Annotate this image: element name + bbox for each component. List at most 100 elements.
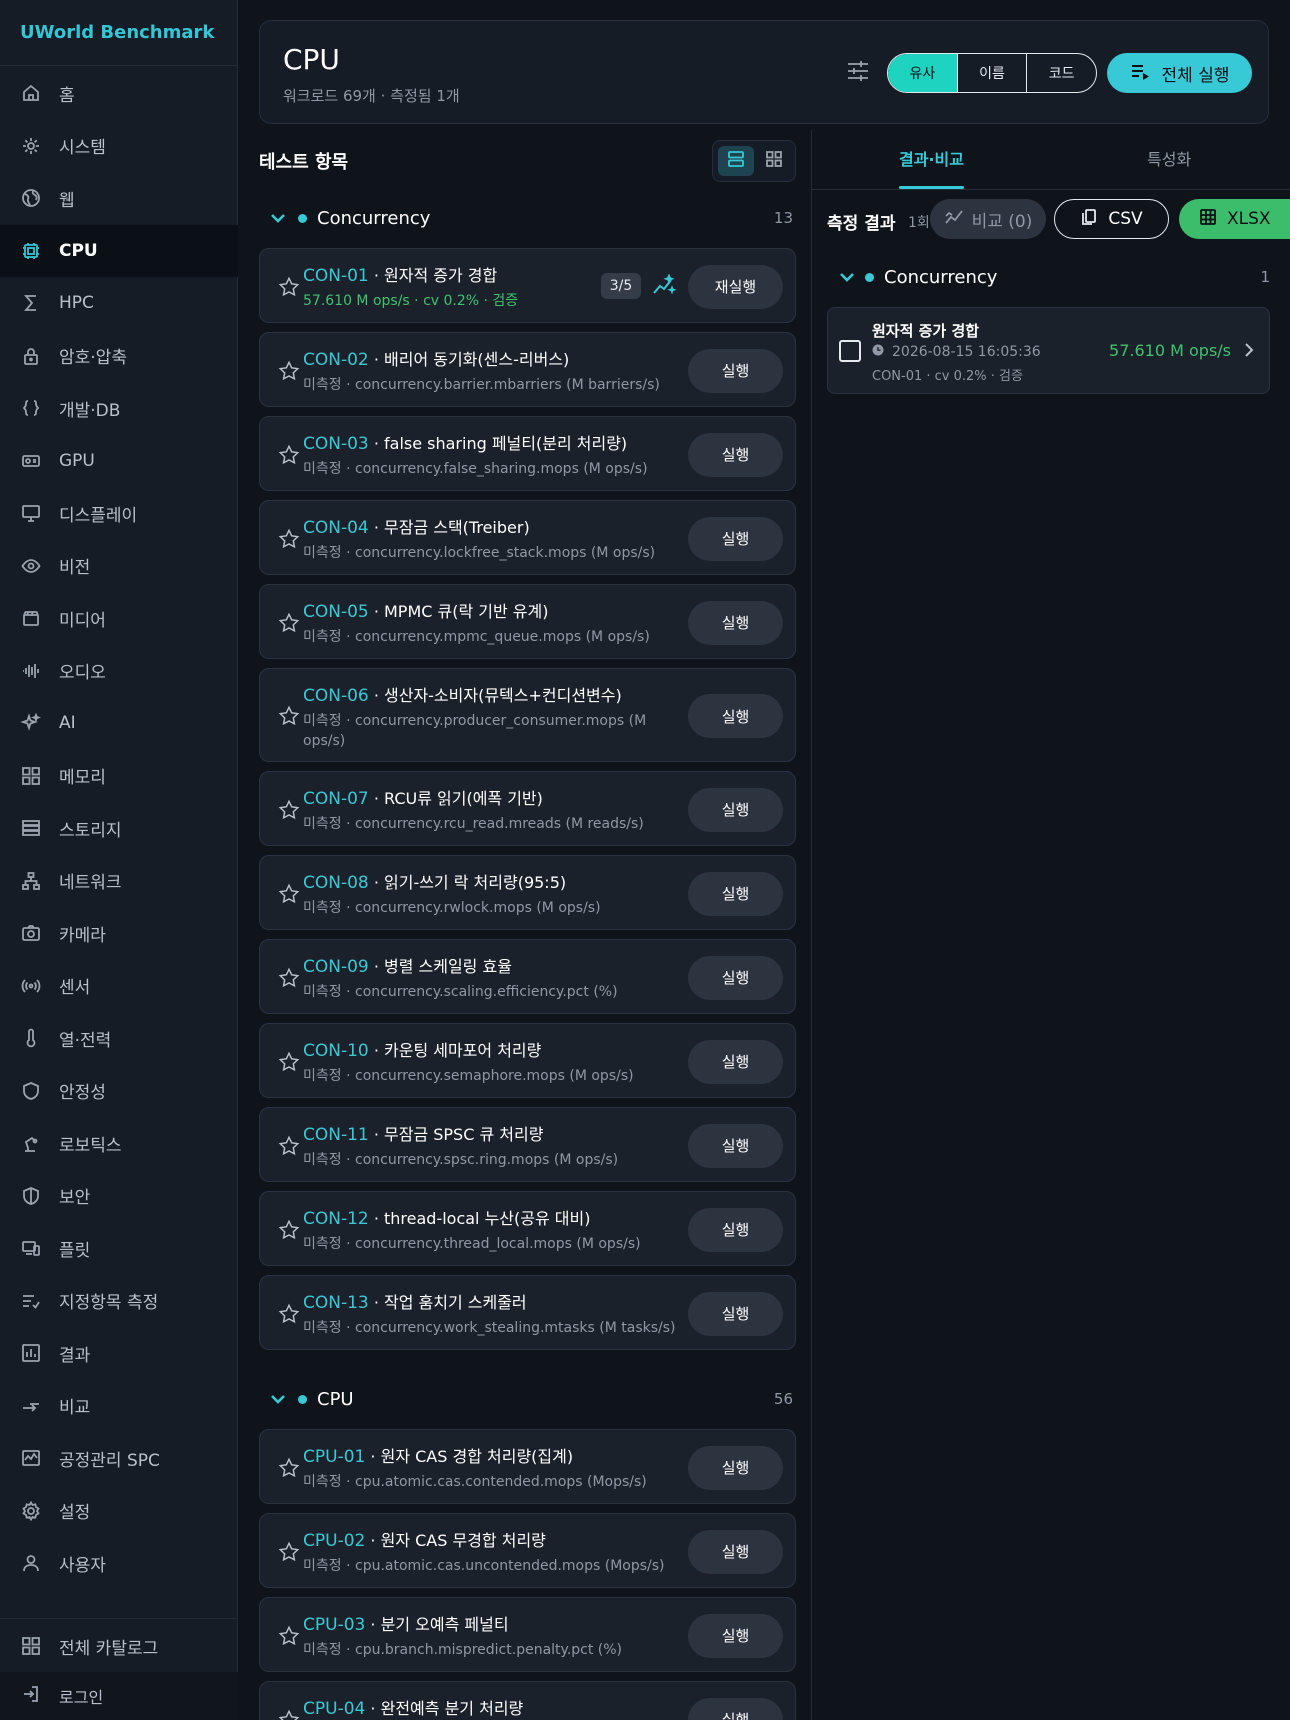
trend-sparkle-icon[interactable] [652, 273, 677, 298]
sidebar-item-catalog[interactable]: 전체 카탈로그 [0, 1620, 238, 1672]
sidebar-item-sparkle[interactable]: AI [0, 697, 238, 749]
star-icon[interactable] [278, 1051, 300, 1073]
result-group-header[interactable]: Concurrency 1 [827, 262, 1270, 292]
sidebar-item-clapper[interactable]: 미디어 [0, 592, 238, 644]
sidebar-item-bar-chart[interactable]: 결과 [0, 1327, 238, 1379]
sidebar-item-storage[interactable]: 스토리지 [0, 802, 238, 854]
test-card[interactable]: CON-02 · 배리어 동기화(센스-리버스) 미측정 · concurrenc… [259, 332, 796, 407]
sidebar-item-shield[interactable]: 안정성 [0, 1065, 238, 1117]
star-icon[interactable] [278, 612, 300, 634]
run-button[interactable]: 재실행 [688, 264, 783, 309]
sidebar-item-devices[interactable]: 플릿 [0, 1222, 238, 1274]
test-card[interactable]: CON-07 · RCU류 읽기(에폭 기반) 미측정 · concurrency… [259, 771, 796, 846]
test-card[interactable]: CON-05 · MPMC 큐(락 기반 유계) 미측정 · concurrenc… [259, 584, 796, 659]
test-card[interactable]: CON-01 · 원자적 증가 경합 57.610 M ops/s · cv 0.… [259, 248, 796, 323]
sidebar-item-spc-chart[interactable]: 공정관리 SPC [0, 1432, 238, 1484]
sidebar-item-lock[interactable]: 암호·압축 [0, 330, 238, 382]
sort-option-similar[interactable]: 유사 [888, 54, 958, 92]
sort-option-code[interactable]: 코드 [1027, 54, 1096, 92]
result-card[interactable]: 원자적 증가 경합 2026-08-15 16:05:36 CON-01 · c… [827, 307, 1270, 394]
sidebar-item-globe[interactable]: 웹 [0, 172, 238, 224]
test-card[interactable]: CON-11 · 무잠금 SPSC 큐 처리량 미측정 · concurrency… [259, 1107, 796, 1182]
group-header[interactable]: Concurrency 13 [259, 203, 796, 233]
test-card[interactable]: CON-04 · 무잠금 스택(Treiber) 미측정 · concurrenc… [259, 500, 796, 575]
star-icon[interactable] [278, 799, 300, 821]
star-icon[interactable] [278, 1135, 300, 1157]
tab-results-compare[interactable]: 결과·비교 [899, 146, 964, 170]
run-button[interactable]: 실행 [688, 1529, 783, 1574]
sidebar-item-sigma[interactable]: HPC [0, 277, 238, 329]
star-icon[interactable] [278, 883, 300, 905]
test-card[interactable]: CON-06 · 생산자-소비자(뮤텍스+컨디션변수) 미측정 · concurr… [259, 668, 796, 762]
star-icon[interactable] [278, 360, 300, 382]
test-card[interactable]: CON-09 · 병렬 스케일링 효율 미측정 · concurrency.sca… [259, 939, 796, 1014]
sidebar-item-security-shield[interactable]: 보안 [0, 1170, 238, 1222]
test-card[interactable]: CON-10 · 카운팅 세마포어 처리량 미측정 · concurrency.s… [259, 1023, 796, 1098]
filter-button[interactable] [838, 53, 878, 93]
sidebar-item-user[interactable]: 사용자 [0, 1537, 238, 1589]
run-button[interactable]: 실행 [688, 432, 783, 477]
star-icon[interactable] [278, 967, 300, 989]
run-button[interactable]: 실행 [688, 1207, 783, 1252]
star-icon[interactable] [278, 444, 300, 466]
group-header[interactable]: CPU 56 [259, 1384, 796, 1414]
sidebar-item-home[interactable]: 홈 [0, 67, 238, 119]
run-button[interactable]: 실행 [688, 348, 783, 393]
run-all-button[interactable]: 전체 실행 [1107, 53, 1252, 93]
sidebar-item-thermometer[interactable]: 열·전력 [0, 1012, 238, 1064]
run-button[interactable]: 실행 [688, 1123, 783, 1168]
sidebar-item-settings[interactable]: 설정 [0, 1485, 238, 1537]
test-card[interactable]: CON-13 · 작업 훔치기 스케줄러 미측정 · concurrency.wo… [259, 1275, 796, 1350]
brand-logo[interactable]: UWorld Benchmark [0, 0, 237, 66]
tab-characterization[interactable]: 특성화 [1147, 146, 1191, 170]
star-icon[interactable] [278, 1303, 300, 1325]
sidebar-item-monitor[interactable]: 디스플레이 [0, 487, 238, 539]
test-card[interactable]: CON-08 · 읽기-쓰기 락 처리량(95:5) 미측정 · concurre… [259, 855, 796, 930]
run-button[interactable]: 실행 [688, 1697, 783, 1720]
test-card[interactable]: CPU-03 · 분기 오예측 페널티 미측정 · cpu.branch.misp… [259, 1597, 796, 1672]
sidebar-item-robot-arm[interactable]: 로보틱스 [0, 1117, 238, 1169]
star-icon[interactable] [278, 1541, 300, 1563]
run-button[interactable]: 실행 [688, 1039, 783, 1084]
run-button[interactable]: 실행 [688, 600, 783, 645]
run-button[interactable]: 실행 [688, 1445, 783, 1490]
star-icon[interactable] [278, 1219, 300, 1241]
sidebar-item-grid[interactable]: 메모리 [0, 750, 238, 802]
sidebar-item-gpu[interactable]: GPU [0, 435, 238, 487]
csv-export-button[interactable]: CSV [1054, 199, 1169, 239]
star-icon[interactable] [278, 1625, 300, 1647]
run-button[interactable]: 실행 [688, 787, 783, 832]
star-icon[interactable] [278, 1457, 300, 1479]
login-button[interactable]: 로그인 [0, 1672, 238, 1720]
compare-checkbox[interactable] [839, 340, 861, 362]
sidebar-item-cpu[interactable]: CPU [0, 224, 238, 277]
test-card[interactable]: CPU-02 · 원자 CAS 무경합 처리량 미측정 · cpu.atomic.… [259, 1513, 796, 1588]
grid-view-button[interactable] [756, 146, 792, 176]
sidebar-item-checklist[interactable]: 지정항목 측정 [0, 1275, 238, 1327]
sort-option-name[interactable]: 이름 [958, 54, 1028, 92]
sidebar-item-camera[interactable]: 카메라 [0, 907, 238, 959]
run-button[interactable]: 실행 [688, 1291, 783, 1336]
sidebar-item-compare-arrows[interactable]: 비교 [0, 1380, 238, 1432]
run-button[interactable]: 실행 [688, 1613, 783, 1658]
test-card[interactable]: CPU-04 · 완전예측 분기 처리량 실행 [259, 1681, 796, 1720]
run-button[interactable]: 실행 [688, 871, 783, 916]
sidebar-item-network[interactable]: 네트워크 [0, 855, 238, 907]
xlsx-export-button[interactable]: XLSX [1179, 199, 1290, 239]
star-icon[interactable] [278, 276, 300, 298]
sidebar-item-system-gear[interactable]: 시스템 [0, 120, 238, 172]
list-view-button[interactable] [718, 146, 754, 176]
sidebar-item-sensor[interactable]: 센서 [0, 960, 238, 1012]
sidebar-item-eye[interactable]: 비전 [0, 540, 238, 592]
test-card[interactable]: CON-03 · false sharing 페널티(분리 처리량) 미측정 · … [259, 416, 796, 491]
sidebar-item-waveform[interactable]: 오디오 [0, 645, 238, 697]
sidebar-item-braces[interactable]: 개발·DB [0, 382, 238, 434]
run-button[interactable]: 실행 [688, 955, 783, 1000]
test-card[interactable]: CON-12 · thread-local 누산(공유 대비) 미측정 · con… [259, 1191, 796, 1266]
compare-button[interactable]: 비교 (0) [930, 199, 1046, 239]
test-card[interactable]: CPU-01 · 원자 CAS 경합 처리량(집계) 미측정 · cpu.atom… [259, 1429, 796, 1504]
run-button[interactable]: 실행 [688, 516, 783, 561]
star-icon[interactable] [278, 1709, 300, 1720]
star-icon[interactable] [278, 705, 300, 727]
run-button[interactable]: 실행 [688, 694, 783, 738]
